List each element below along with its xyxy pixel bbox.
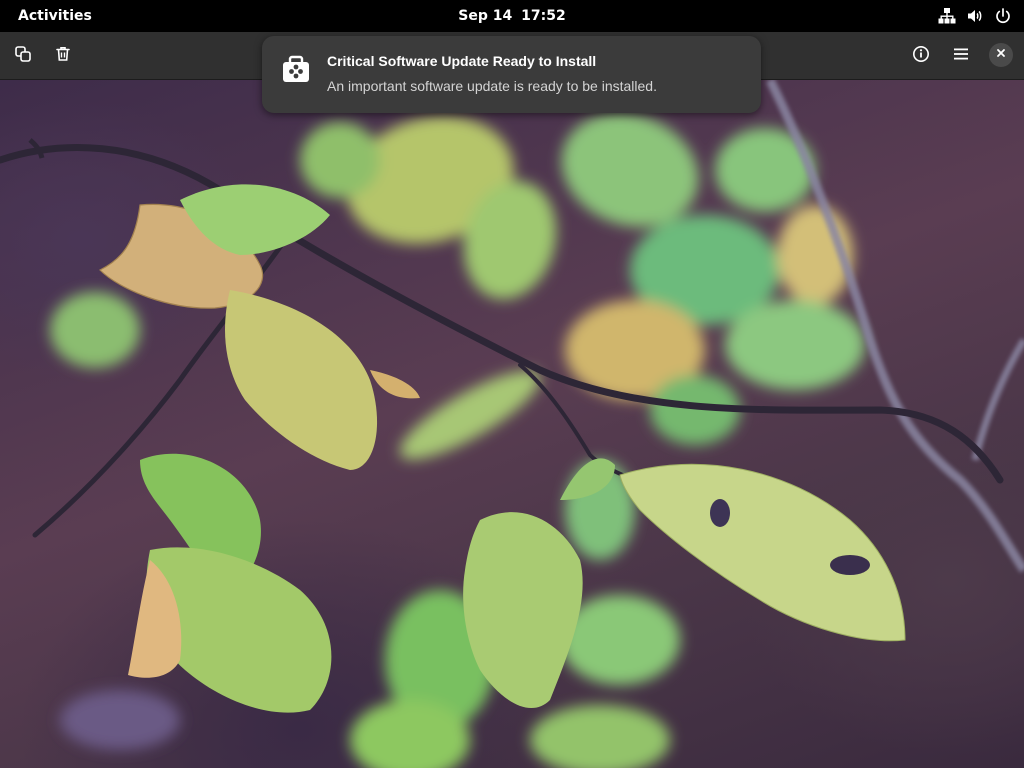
close-window-button[interactable]: [989, 43, 1013, 67]
network-wired-icon: [938, 7, 956, 25]
notification-body: An important software update is ready to…: [327, 78, 657, 94]
clock-button[interactable]: Sep 14 17:52: [456, 5, 568, 27]
displayed-image[interactable]: [0, 80, 1024, 768]
copy-icon: [14, 45, 32, 68]
volume-icon: [966, 7, 984, 25]
trash-icon: [54, 45, 72, 68]
clock-date: Sep 14: [458, 8, 513, 24]
notification-banner[interactable]: Critical Software Update Ready to Instal…: [262, 36, 761, 113]
info-button[interactable]: [905, 40, 937, 72]
hamburger-menu-icon: [952, 45, 970, 68]
power-icon: [994, 7, 1012, 25]
notification-title: Critical Software Update Ready to Instal…: [327, 53, 597, 69]
copy-button[interactable]: [7, 40, 39, 72]
activities-button[interactable]: Activities: [10, 5, 100, 27]
delete-button[interactable]: [47, 40, 79, 72]
top-bar: Activities Sep 14 17:52: [0, 0, 1024, 32]
leaves-photo: [0, 80, 1024, 768]
close-icon: [995, 46, 1007, 64]
software-package-icon: [280, 54, 312, 86]
system-tray[interactable]: [938, 6, 1012, 26]
clock-time: 17:52: [521, 8, 566, 24]
main-menu-button[interactable]: [945, 40, 977, 72]
info-icon: [912, 45, 930, 68]
